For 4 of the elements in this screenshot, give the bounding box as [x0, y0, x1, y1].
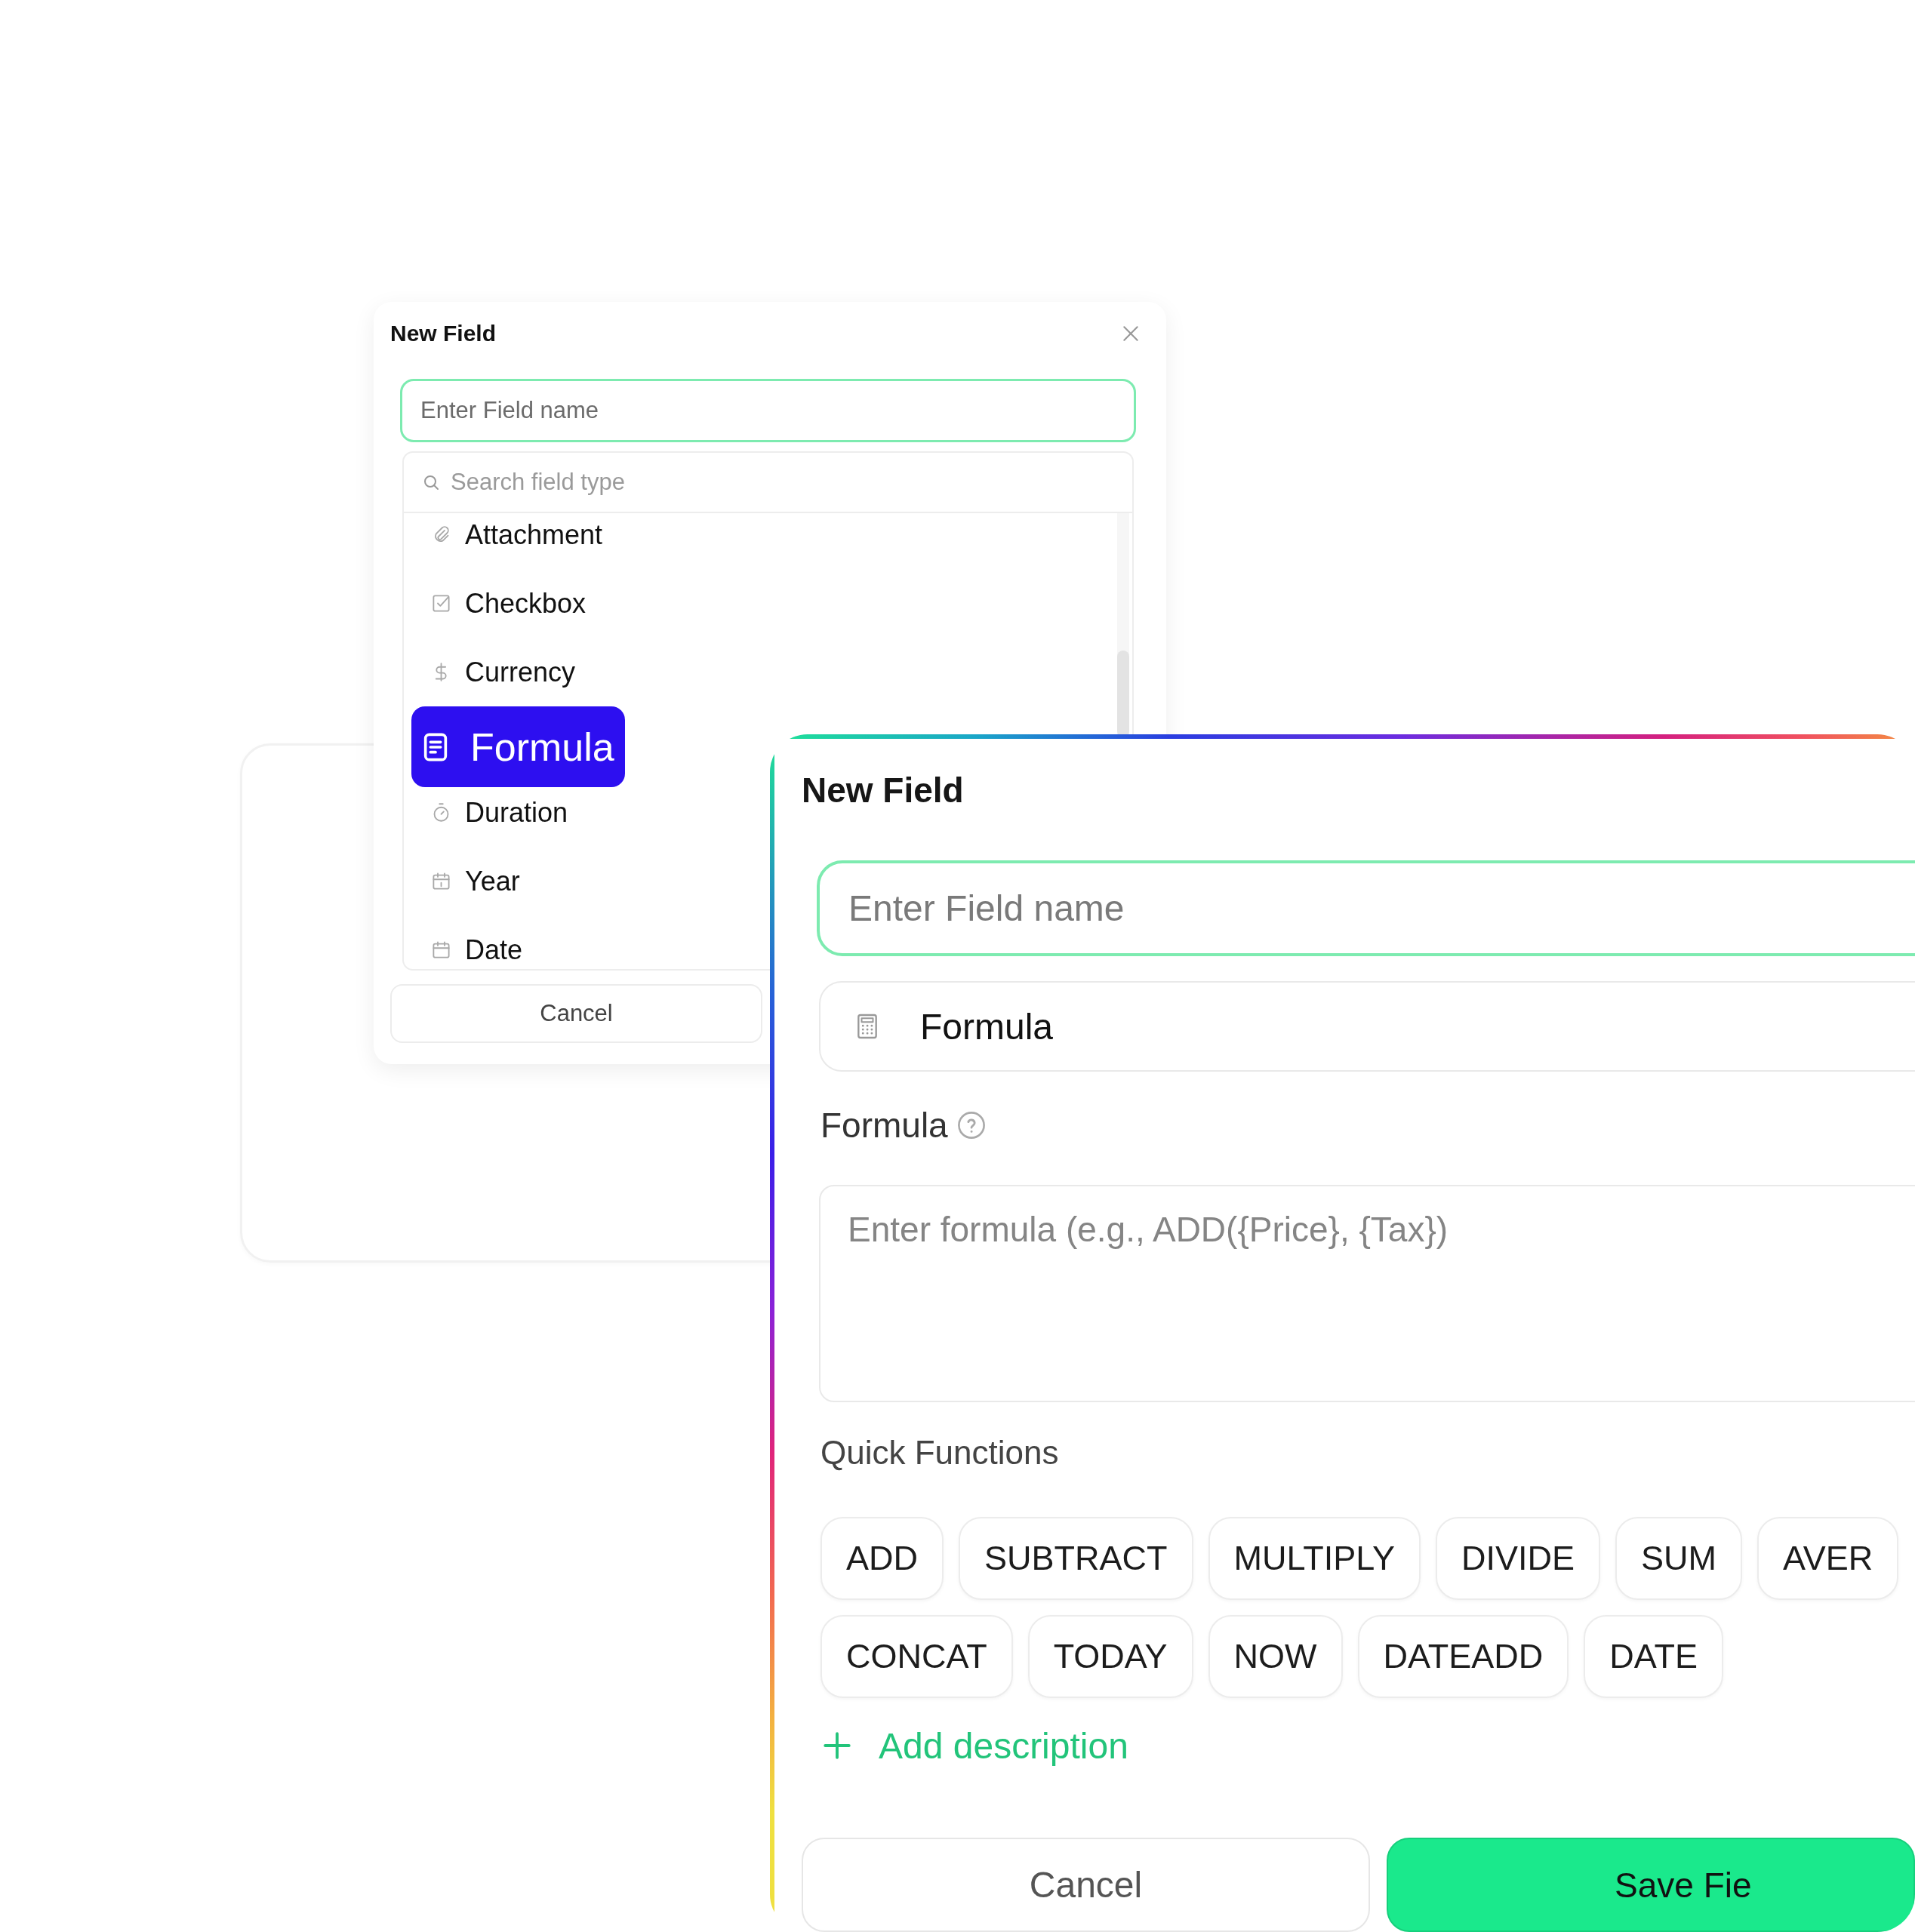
- field-label: Formula: [820, 1105, 948, 1146]
- dialog-title: New Field: [390, 321, 497, 346]
- section-label: Quick Functions: [820, 1433, 1060, 1472]
- dialog-title: New Field: [802, 770, 965, 811]
